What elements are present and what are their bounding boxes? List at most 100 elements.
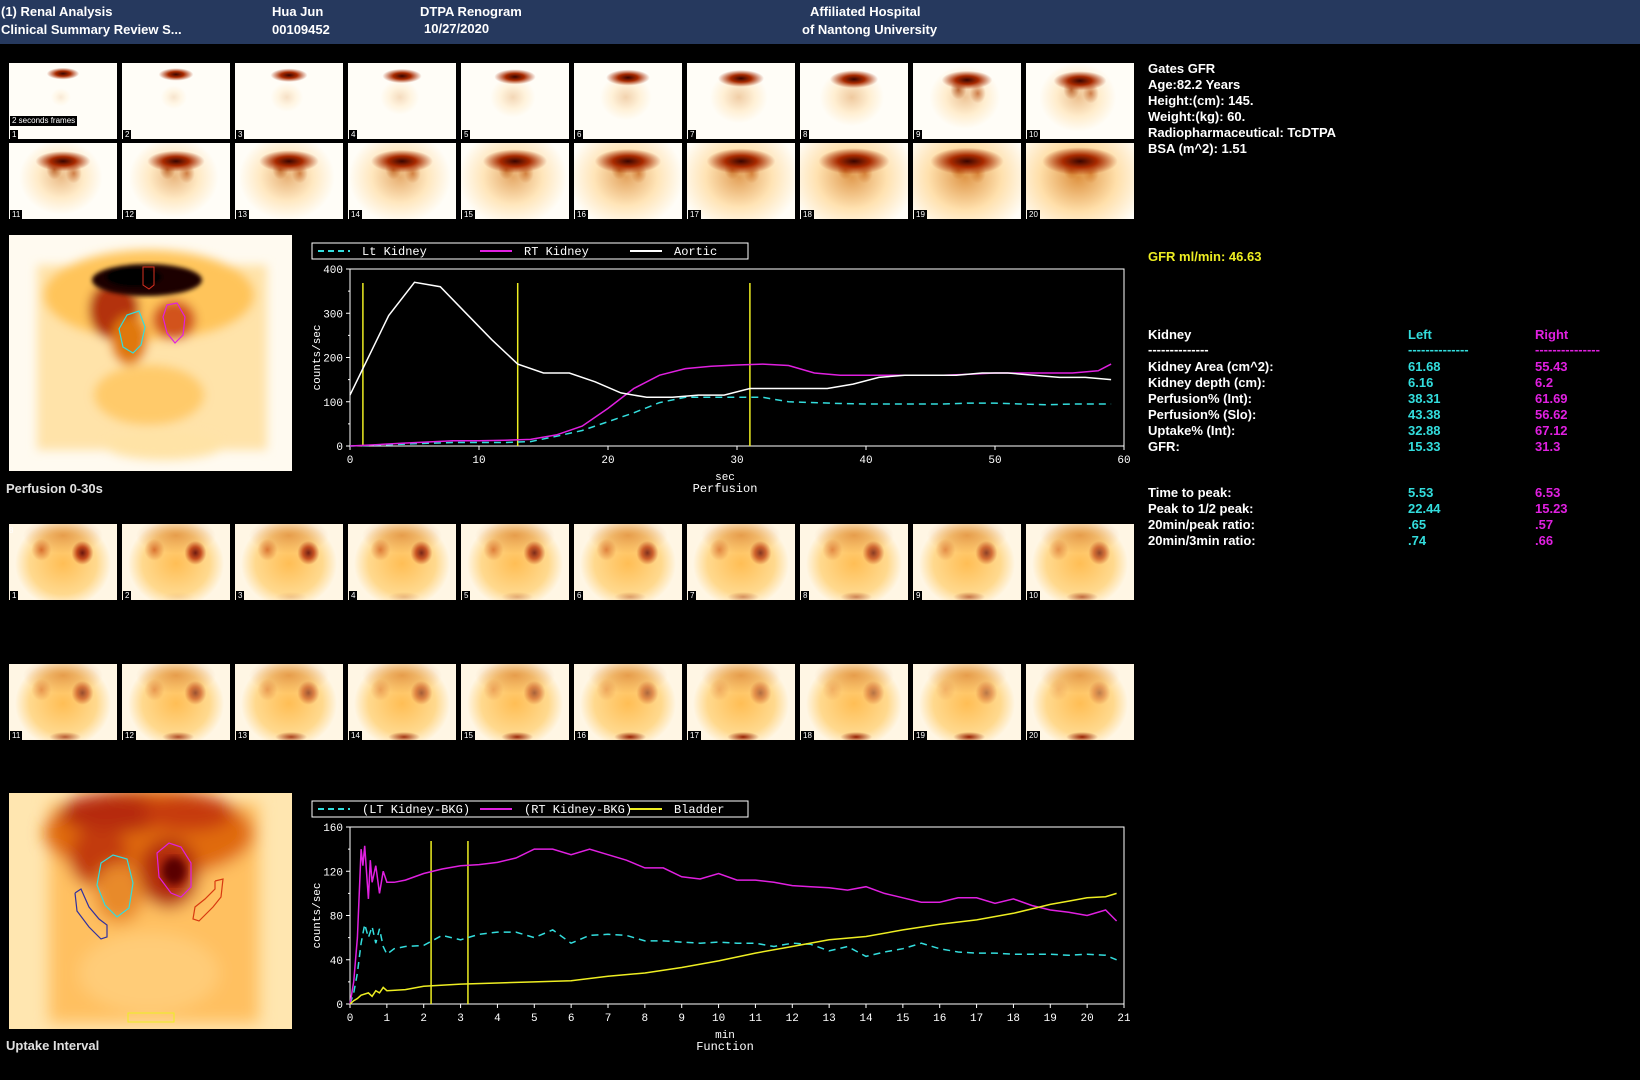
uptake-caption: Uptake Interval [6, 1038, 100, 1053]
series-line [349, 281, 1112, 399]
function-frame[interactable]: 19 [913, 664, 1021, 740]
x-tick-label: 20 [1081, 1013, 1094, 1025]
results-sep-right: --------------- [1535, 342, 1600, 357]
frame-number: 18 [801, 731, 814, 740]
x-tick-label: 30 [730, 455, 743, 467]
frame-number: 7 [688, 130, 697, 139]
result-right: 15.23 [1535, 501, 1568, 516]
frame-number: 9 [914, 591, 923, 600]
y-tick-label: 40 [330, 956, 343, 968]
function-frame[interactable]: 11 min/frame [9, 524, 117, 600]
x-tick-label: 40 [859, 455, 872, 467]
function-frame[interactable]: 2 [122, 524, 230, 600]
frame-number: 19 [914, 731, 927, 740]
legend-label: Bladder [674, 803, 724, 817]
perfusion-frame[interactable]: 16 [574, 143, 682, 219]
perfusion-frame[interactable]: 2 [122, 63, 230, 139]
y-tick-label: 0 [336, 1000, 343, 1012]
perfusion-frame[interactable]: 9 [913, 63, 1021, 139]
perfusion-frame[interactable]: 5 [461, 63, 569, 139]
perfusion-frame[interactable]: 19 [913, 143, 1021, 219]
result-right: 6.53 [1535, 485, 1561, 500]
function-frame[interactable]: 8 [800, 524, 908, 600]
perfusion-frame[interactable]: 13 [235, 143, 343, 219]
frame-number: 20 [1027, 731, 1040, 740]
frame-number: 12 [123, 731, 136, 740]
perfusion-frame[interactable]: 8 [800, 63, 908, 139]
chart-sublabel: Perfusion [693, 482, 758, 496]
y-axis-label: counts/sec [312, 882, 324, 948]
function-frame[interactable]: 15 [461, 664, 569, 740]
perfusion-frame[interactable]: 3 [235, 63, 343, 139]
x-tick-label: 17 [970, 1013, 983, 1025]
frame-number: 11 [10, 731, 23, 740]
frame-number: 11 [10, 210, 23, 219]
perfusion-frame[interactable]: 12 [122, 143, 230, 219]
result-label: Kidney Area (cm^2): [1148, 359, 1274, 374]
series-line [349, 363, 1112, 447]
frame-number: 3 [236, 130, 245, 139]
function-frame[interactable]: 20 [1026, 664, 1134, 740]
function-frame[interactable]: 18 [800, 664, 908, 740]
result-label: Time to peak: [1148, 485, 1232, 500]
result-right: 67.12 [1535, 423, 1568, 438]
result-left: 38.31 [1408, 391, 1441, 406]
result-label: Kidney depth (cm): [1148, 375, 1266, 390]
result-right: .57 [1535, 517, 1554, 532]
info-bsa: BSA (m^2): 1.51 [1148, 141, 1247, 156]
study-name: DTPA Renogram [420, 4, 522, 19]
perfusion-frame[interactable]: 17 [687, 143, 795, 219]
info-title: Gates GFR [1148, 61, 1216, 76]
function-frame[interactable]: 3 [235, 524, 343, 600]
x-tick-label: 1 [384, 1013, 391, 1025]
function-top-marker: 8 [9, 526, 14, 535]
frame-number: 18 [801, 210, 814, 219]
function-frame[interactable]: 5 [461, 524, 569, 600]
frame-number: 1 [10, 130, 19, 139]
x-tick-label: 20 [601, 455, 614, 467]
frame-number: 2 [123, 130, 132, 139]
function-frame[interactable]: 11 [9, 664, 117, 740]
x-tick-label: 14 [859, 1013, 873, 1025]
perfusion-frame[interactable]: 14 [348, 143, 456, 219]
header-bar: (1) Renal Analysis Clinical Summary Revi… [0, 0, 1640, 44]
frame-number: 14 [349, 731, 362, 740]
result-label: Perfusion% (Slo): [1148, 407, 1257, 422]
x-tick-label: 2 [420, 1013, 427, 1025]
result-left: 32.88 [1408, 423, 1441, 438]
perfusion-summed-image[interactable] [9, 235, 292, 471]
function-frame[interactable]: 12 [122, 664, 230, 740]
frame-number: 10 [1027, 591, 1040, 600]
uptake-summed-image[interactable] [9, 793, 292, 1029]
function-frame[interactable]: 17 [687, 664, 795, 740]
perfusion-frame[interactable]: 10 [1026, 63, 1134, 139]
app-subtitle: Clinical Summary Review S... [1, 22, 182, 37]
perfusion-frame[interactable]: 15 [461, 143, 569, 219]
result-right: .66 [1535, 533, 1554, 548]
results-sep-left: -------------- [1408, 342, 1469, 357]
perfusion-frame[interactable]: 6 [574, 63, 682, 139]
result-label: Peak to 1/2 peak: [1148, 501, 1254, 516]
function-frame[interactable]: 7 [687, 524, 795, 600]
frame-number: 5 [462, 130, 471, 139]
function-frame[interactable]: 10 [1026, 524, 1134, 600]
perfusion-frame[interactable]: 4 [348, 63, 456, 139]
perfusion-frame[interactable]: 1 2 seconds frames [9, 63, 117, 139]
perfusion-chart: Lt Kidney RT Kidney Aortic 0 100 200 300 400 0 10… [311, 242, 1130, 496]
chart-legend: (LT Kidney-BKG) (RT Kidney-BKG) Bladder [311, 800, 749, 818]
function-frame[interactable]: 4 [348, 524, 456, 600]
perfusion-frame[interactable]: 11 [9, 143, 117, 219]
function-frame[interactable]: 13 [235, 664, 343, 740]
perfusion-frame[interactable]: 18 [800, 143, 908, 219]
perfusion-frame[interactable]: 7 [687, 63, 795, 139]
function-frame[interactable]: 9 [913, 524, 1021, 600]
function-frame[interactable]: 14 [348, 664, 456, 740]
function-frame[interactable]: 16 [574, 664, 682, 740]
x-tick-label: 9 [678, 1013, 685, 1025]
function-frame[interactable]: 6 [574, 524, 682, 600]
x-tick-label: 10 [472, 455, 485, 467]
x-tick-label: 6 [568, 1013, 575, 1025]
x-tick-label: 10 [712, 1013, 725, 1025]
result-label: Perfusion% (Int): [1148, 391, 1252, 406]
perfusion-frame[interactable]: 20 [1026, 143, 1134, 219]
